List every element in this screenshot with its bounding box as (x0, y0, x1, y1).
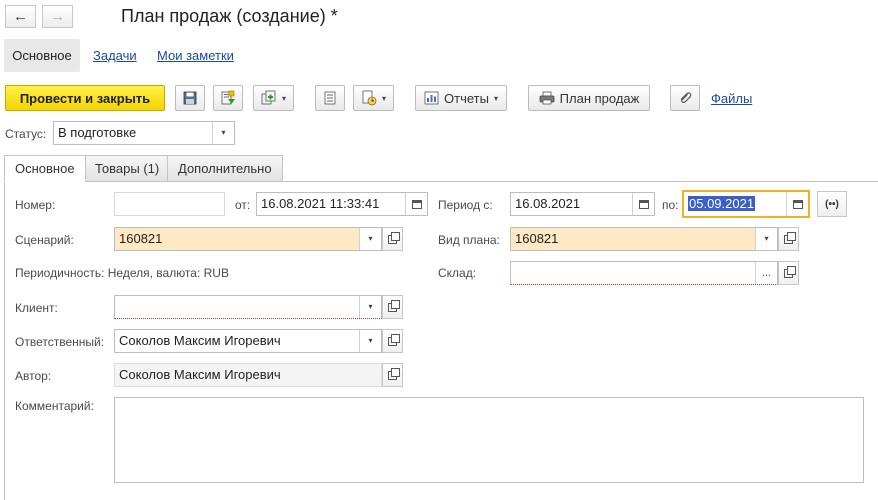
scenario-label: Сценарий: (15, 233, 74, 247)
save-button[interactable] (175, 85, 205, 111)
warehouse-label: Склад: (438, 266, 477, 280)
client-open-button[interactable] (382, 295, 403, 319)
calendar-button[interactable] (786, 192, 808, 216)
calendar-icon (411, 199, 422, 209)
sales-plan-label: План продаж (559, 90, 640, 106)
scenario-value: 160821 (119, 231, 163, 246)
chevron-down-icon[interactable]: ▾ (359, 228, 381, 250)
period-select-button[interactable]: (••) (817, 191, 847, 217)
responsible-value: Соколов Максим Игоревич (119, 333, 281, 348)
status-label: Статус: (5, 127, 47, 141)
client-input[interactable]: ▾ (114, 295, 382, 319)
warehouse-input[interactable]: ... (510, 261, 778, 285)
status-select[interactable]: В подготовке ▾ (53, 121, 235, 145)
reports-label: Отчеты (444, 90, 489, 106)
ellipsis-button[interactable]: ... (755, 262, 777, 284)
files-link-text[interactable]: Файлы (711, 91, 752, 106)
author-field: Соколов Максим Игоревич (114, 363, 382, 387)
plan-type-label: Вид плана: (438, 233, 500, 247)
author-label: Автор: (15, 369, 52, 383)
chevron-down-icon: ▾ (281, 93, 286, 103)
section-notes[interactable]: Мои заметки (157, 39, 234, 72)
comment-label: Комментарий: (15, 399, 94, 413)
create-based-on-button[interactable]: ▾ (253, 85, 294, 111)
date-value: 16.08.2021 11:33:41 (261, 196, 380, 211)
responsible-label: Ответственный: (15, 335, 105, 349)
arrow-right-icon: → (50, 8, 65, 25)
tasks-link[interactable]: Задачи (93, 48, 137, 63)
paperclip-icon (680, 92, 692, 103)
scenario-open-button[interactable] (382, 227, 403, 251)
chevron-down-icon[interactable]: ▾ (359, 330, 381, 352)
from-label: от: (235, 198, 251, 212)
section-main[interactable]: Основное (4, 39, 80, 72)
author-open-button[interactable] (382, 363, 403, 387)
tab-main[interactable]: Основное (4, 155, 86, 182)
notes-link[interactable]: Мои заметки (157, 48, 234, 63)
list-icon (324, 91, 336, 105)
forward-button[interactable]: → (42, 5, 73, 28)
plan-type-open-button[interactable] (778, 227, 799, 251)
section-tasks[interactable]: Задачи (93, 39, 137, 72)
period-to-value: 05.09.2021 (688, 196, 756, 211)
chevron-down-icon[interactable]: ▾ (755, 228, 777, 250)
period-icon: (••) (825, 198, 839, 210)
period-to-input[interactable]: 05.09.2021 (682, 190, 810, 218)
chevron-down-icon[interactable]: ▾ (359, 296, 381, 318)
number-input[interactable] (114, 192, 225, 216)
warehouse-open-button[interactable] (778, 261, 799, 285)
floppy-icon (183, 91, 197, 105)
calendar-button[interactable] (405, 193, 427, 215)
period-to-label: по: (662, 198, 679, 212)
comment-textarea[interactable] (114, 397, 864, 483)
client-label: Клиент: (15, 301, 58, 315)
history-button[interactable]: ▾ (353, 85, 394, 111)
reports-icon (424, 91, 439, 105)
chevron-down-icon: ▾ (381, 93, 386, 103)
list-button[interactable] (315, 85, 345, 111)
responsible-input[interactable]: Соколов Максим Игоревич ▾ (114, 329, 382, 353)
periodicity-text: Периодичность: Неделя, валюта: RUB (15, 266, 229, 280)
chevron-down-icon[interactable]: ▾ (212, 122, 234, 144)
open-icon (388, 333, 400, 346)
number-label: Номер: (15, 198, 56, 212)
calendar-button[interactable] (632, 193, 654, 215)
printer-icon (539, 91, 555, 105)
post-and-close-button[interactable]: Провести и закрыть (5, 85, 165, 111)
status-value: В подготовке (58, 125, 137, 140)
document-clock-icon (362, 90, 377, 106)
period-from-value: 16.08.2021 (515, 196, 581, 211)
files-link[interactable]: Файлы (711, 91, 752, 106)
open-icon (784, 231, 796, 244)
tab-additional[interactable]: Дополнительно (167, 155, 283, 182)
arrow-left-icon: ← (13, 8, 28, 25)
calendar-icon (792, 199, 803, 209)
open-icon (388, 299, 400, 312)
responsible-open-button[interactable] (382, 329, 403, 353)
open-icon (388, 231, 400, 244)
page-title: План продаж (создание) * (121, 6, 338, 26)
period-from-label: Период с: (438, 198, 493, 212)
date-input[interactable]: 16.08.2021 11:33:41 (256, 192, 428, 216)
tab-goods[interactable]: Товары (1) (84, 155, 171, 182)
plan-type-input[interactable]: 160821 ▾ (510, 227, 778, 251)
reports-button[interactable]: Отчеты ▾ (415, 85, 507, 111)
post-button[interactable] (213, 85, 243, 111)
plan-type-value: 160821 (515, 231, 559, 246)
calendar-icon (638, 199, 649, 209)
create-based-icon (261, 90, 276, 105)
open-icon (784, 265, 796, 278)
print-sales-plan-button[interactable]: План продаж (528, 85, 650, 111)
chevron-down-icon: ▾ (493, 93, 498, 103)
back-button[interactable]: ← (5, 5, 36, 28)
post-document-icon (221, 90, 235, 105)
scenario-input[interactable]: 160821 ▾ (114, 227, 382, 251)
open-icon (388, 367, 400, 380)
attach-button[interactable] (670, 85, 700, 111)
period-from-input[interactable]: 16.08.2021 (510, 192, 655, 216)
